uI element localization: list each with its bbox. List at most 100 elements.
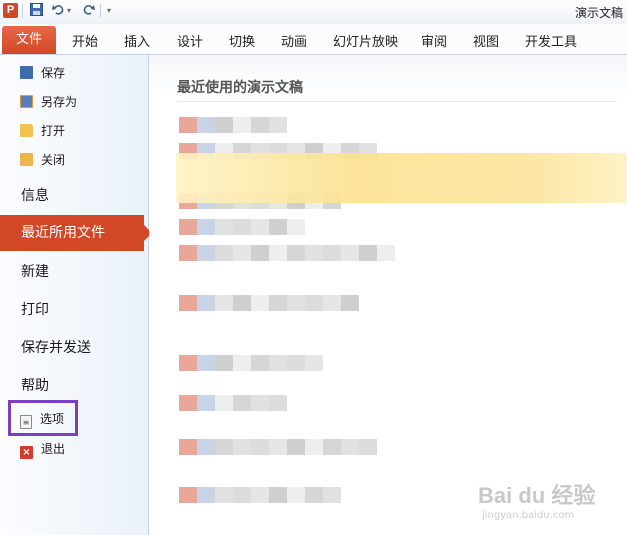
blurred-text-block [215,219,233,235]
blurred-text-block [233,439,251,455]
blurred-text-block [197,245,215,261]
save-as-icon [20,95,33,108]
save-icon[interactable] [28,3,44,19]
watermark-url: jingyan.baidu.com [482,510,575,521]
blurred-text-block [197,395,215,411]
recent-presentations-title: 最近使用的演示文稿 [177,80,303,96]
blurred-text-block [305,487,323,503]
blurred-text-block [269,295,287,311]
blurred-text-block [323,439,341,455]
tab-developer[interactable]: 开发工具 [525,31,577,50]
tab-review[interactable]: 审阅 [421,31,447,50]
blurred-text-block [197,117,215,133]
powerpoint-app-icon[interactable]: P [3,3,18,18]
tab-view[interactable]: 视图 [473,31,499,50]
nav-close-label: 关闭 [41,153,66,167]
blurred-text-block [233,219,251,235]
nav-save-send[interactable]: 保存并发送 [21,337,91,357]
nav-help[interactable]: 帮助 [21,375,49,395]
blurred-text-block [251,487,269,503]
tab-slideshow[interactable]: 幻灯片放映 [333,31,398,50]
file-icon [179,295,197,311]
nav-save-as-label: 另存为 [41,95,78,109]
blurred-text-block [287,487,305,503]
nav-close[interactable]: 关闭 [20,150,65,170]
blurred-text-block [197,219,215,235]
save-icon [20,66,33,79]
blurred-text-block [215,295,233,311]
blurred-text-block [269,219,287,235]
blurred-text-block [269,487,287,503]
tab-file[interactable]: 文件 [2,26,56,54]
blurred-text-block [197,355,215,371]
file-icon [179,355,197,371]
tab-transitions[interactable]: 切换 [229,31,255,50]
blurred-text-block [269,439,287,455]
blurred-text-block [233,395,251,411]
undo-dropdown-icon[interactable]: ▾ [64,3,74,19]
blurred-text-block [359,439,377,455]
folder-close-icon [20,153,33,166]
blurred-text-block [341,439,359,455]
blurred-text-block [323,295,341,311]
window-title: 演示文稿 [574,6,623,20]
nav-print[interactable]: 打印 [21,299,49,319]
blurred-text-block [287,439,305,455]
options-highlight-frame [8,400,78,436]
folder-open-icon [20,124,33,137]
blurred-text-block [233,245,251,261]
blurred-text-block [251,245,269,261]
blurred-text-block [269,117,287,133]
baidu-watermark: Bai du 经验 jingyan.baidu.com [478,478,595,521]
blurred-text-block [251,355,269,371]
quick-access-toolbar: P ▾ ▾ 演示文稿 [0,0,627,25]
redo-icon[interactable] [80,3,96,19]
blurred-text-block [323,245,341,261]
nav-info[interactable]: 信息 [21,185,49,205]
nav-recent[interactable]: 最近所用文件 [0,215,152,251]
file-icon [179,487,197,503]
blurred-text-block [251,295,269,311]
file-icon [179,219,197,235]
customize-qat-icon[interactable]: ▾ [104,3,114,19]
nav-exit[interactable]: × 退出 [20,439,65,459]
nav-new[interactable]: 新建 [21,261,49,281]
blurred-text-block [197,439,215,455]
blurred-text-block [251,439,269,455]
watermark-brand: Bai du 经验 [478,483,596,508]
blurred-text-block [215,439,233,455]
tab-insert[interactable]: 插入 [124,31,150,50]
nav-save-as[interactable]: 另存为 [20,92,77,112]
file-icon [179,439,197,455]
nav-open-label: 打开 [41,124,66,138]
blurred-text-block [269,245,287,261]
backstage-nav: 保存 另存为 打开 关闭 信息 最近所用文件 新建 打印 保存并发送 帮助 ≡ 选… [0,55,152,535]
blurred-text-block [287,355,305,371]
file-icon [179,117,197,133]
blurred-text-block [305,245,323,261]
blurred-text-block [269,395,287,411]
blurred-text-block [215,395,233,411]
tab-animations[interactable]: 动画 [281,31,307,50]
blurred-text-block [305,439,323,455]
blurred-text-block [323,487,341,503]
blurred-text-block [269,355,287,371]
selected-recent-file-highlight [176,153,627,203]
blurred-text-block [287,245,305,261]
qat-separator [100,4,101,18]
tab-home[interactable]: 开始 [72,31,98,50]
blurred-text-block [215,355,233,371]
exit-icon: × [20,446,33,459]
blurred-text-block [359,245,377,261]
nav-save[interactable]: 保存 [20,63,65,83]
nav-open[interactable]: 打开 [20,121,65,141]
blurred-text-block [233,295,251,311]
blurred-text-block [341,295,359,311]
blurred-text-block [251,219,269,235]
qat-separator [22,4,23,18]
blurred-text-block [305,355,323,371]
blurred-text-block [215,117,233,133]
blurred-text-block [341,245,359,261]
blurred-text-block [233,487,251,503]
tab-design[interactable]: 设计 [177,31,203,50]
